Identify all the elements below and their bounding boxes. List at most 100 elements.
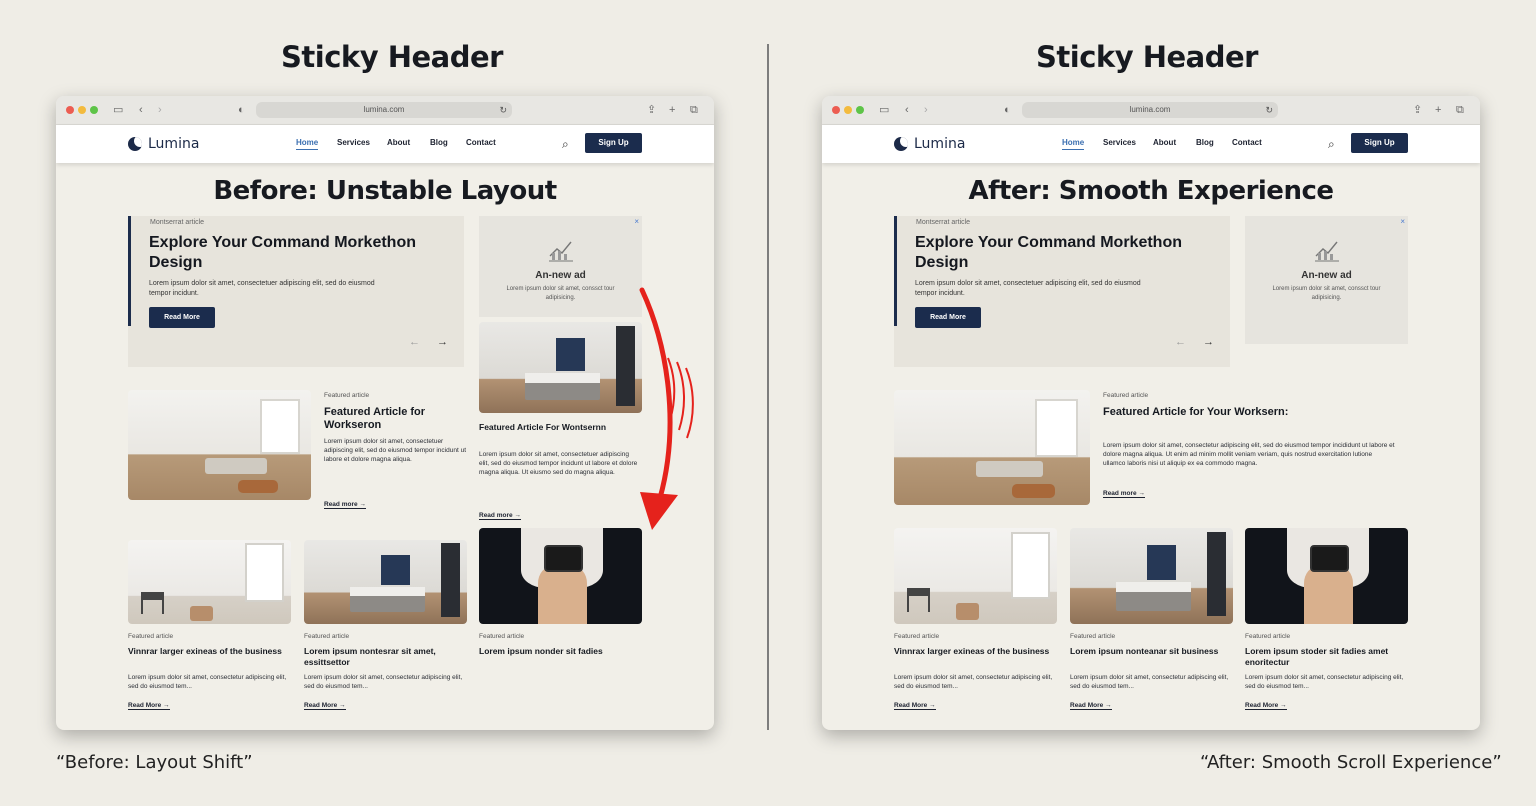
card-tag: Featured article <box>1245 633 1291 640</box>
ad-body: Lorem ipsum dolor sit amet, conssct tour… <box>506 286 615 301</box>
card-body: Lorem ipsum dolor sit amet, consectetur … <box>304 674 463 690</box>
living-room-image[interactable] <box>894 390 1090 505</box>
url-text: lumina.com <box>363 105 405 114</box>
browser-toolbar: ▭ ‹ › ◐ lumina.com ↻ ⇪ + ⧉ <box>56 96 714 125</box>
card-title[interactable]: Lorem ipsum stoder sit fadies amet enori… <box>1245 646 1405 668</box>
reload-icon[interactable]: ↻ <box>1265 102 1273 118</box>
hero-body: Lorem ipsum dolor sit amet, consectetuer… <box>915 280 1141 297</box>
hero-carousel: Montserrat article Explore Your Command … <box>894 216 1230 367</box>
camera-photo-image[interactable] <box>479 528 642 624</box>
card-read-more-link[interactable]: Read More → <box>304 702 346 710</box>
bedroom-image[interactable] <box>1070 528 1233 624</box>
living-room-image[interactable] <box>128 390 311 500</box>
close-dot-icon[interactable] <box>66 106 74 114</box>
address-bar[interactable]: lumina.com ↻ <box>256 102 512 118</box>
logo-text: Lumina <box>148 136 200 152</box>
signup-button[interactable]: Sign Up <box>585 133 642 153</box>
card-read-more-link[interactable]: Read More → <box>1070 702 1112 710</box>
featured-read-more-link[interactable]: Read more → <box>324 501 366 509</box>
studio-image[interactable] <box>894 528 1057 624</box>
card-read-more-link[interactable]: Read More → <box>128 702 170 710</box>
featured-title[interactable]: Featured Article for Workseron <box>324 406 469 432</box>
nav-services[interactable]: Services <box>337 138 370 147</box>
tabs-overview-icon[interactable]: ⧉ <box>690 103 698 117</box>
bedroom-image[interactable] <box>304 540 467 624</box>
chart-ad-icon <box>1315 241 1339 262</box>
close-dot-icon[interactable] <box>832 106 840 114</box>
nav-services[interactable]: Services <box>1103 138 1136 147</box>
nav-blog[interactable]: Blog <box>1196 138 1214 147</box>
nav-home[interactable]: Home <box>1062 138 1085 150</box>
new-tab-icon[interactable]: + <box>1435 103 1441 117</box>
ad-slot[interactable]: × An-new ad Lorem ipsum dolor sit amet, … <box>479 216 642 317</box>
nav-contact[interactable]: Contact <box>1232 138 1262 147</box>
studio-image[interactable] <box>128 540 291 624</box>
sticky-header: Lumina Home Services About Blog Contact … <box>822 125 1480 163</box>
site-logo[interactable]: Lumina <box>128 135 199 153</box>
signup-button[interactable]: Sign Up <box>1351 133 1408 153</box>
new-tab-icon[interactable]: + <box>669 103 675 117</box>
forward-icon[interactable]: › <box>924 103 928 117</box>
bedroom-image-shifted[interactable] <box>479 322 642 413</box>
shifted-read-more-link[interactable]: Read more → <box>479 512 521 520</box>
hero-read-more-button[interactable]: Read More <box>149 307 215 328</box>
card-read-more-link[interactable]: Read More → <box>894 702 936 710</box>
crescent-logo-icon <box>128 137 142 151</box>
carousel-prev-icon[interactable]: ← <box>1175 336 1186 348</box>
sidebar-icon[interactable]: ▭ <box>113 103 123 117</box>
search-icon[interactable]: ⌕ <box>1328 137 1335 152</box>
ad-close-icon[interactable]: × <box>1400 217 1405 226</box>
zoom-dot-icon[interactable] <box>856 106 864 114</box>
camera-photo-image[interactable] <box>1245 528 1408 624</box>
card-title[interactable]: Lorem ipsum nonteanar sit business <box>1070 646 1230 657</box>
nav-home[interactable]: Home <box>296 138 319 150</box>
hero-carousel: Montserrat article Explore Your Command … <box>128 216 464 367</box>
card-title[interactable]: Vinnrax larger exineas of the business <box>894 646 1052 657</box>
sidebar-icon[interactable]: ▭ <box>879 103 889 117</box>
forward-icon[interactable]: › <box>158 103 162 117</box>
site-logo[interactable]: Lumina <box>894 135 965 153</box>
minimize-dot-icon[interactable] <box>78 106 86 114</box>
card-read-more-link[interactable]: Read More → <box>1245 702 1287 710</box>
hero-eyebrow: Montserrat article <box>150 219 205 226</box>
featured-read-more-link[interactable]: Read more → <box>1103 490 1145 498</box>
url-text: lumina.com <box>1129 105 1171 114</box>
hero-read-more-button[interactable]: Read More <box>915 307 981 328</box>
ad-title: An-new ad <box>535 270 586 281</box>
browser-toolbar: ▭ ‹ › ◐ lumina.com ↻ ⇪ + ⧉ <box>822 96 1480 125</box>
chart-ad-icon <box>549 241 573 262</box>
nav-about[interactable]: About <box>387 138 410 147</box>
minimize-dot-icon[interactable] <box>844 106 852 114</box>
featured-title[interactable]: Featured Article for Your Worksern: <box>1103 406 1303 419</box>
back-icon[interactable]: ‹ <box>139 103 143 117</box>
ad-slot-reserved[interactable]: × An-new ad Lorem ipsum dolor sit amet, … <box>1245 216 1408 344</box>
shifted-article-title[interactable]: Featured Article For Wontsernn <box>479 422 639 433</box>
carousel-next-icon[interactable]: → <box>437 336 448 348</box>
share-icon[interactable]: ⇪ <box>647 103 656 117</box>
share-icon[interactable]: ⇪ <box>1413 103 1422 117</box>
address-bar[interactable]: lumina.com ↻ <box>1022 102 1278 118</box>
logo-text: Lumina <box>914 136 966 152</box>
search-icon[interactable]: ⌕ <box>562 137 569 152</box>
hero-accent-bar <box>128 216 131 326</box>
zoom-dot-icon[interactable] <box>90 106 98 114</box>
ad-body: Lorem ipsum dolor sit amet, conssct tour… <box>1272 286 1381 301</box>
card-title[interactable]: Lorem ipsum nonder sit fadies <box>479 646 639 657</box>
nav-contact[interactable]: Contact <box>466 138 496 147</box>
hero-title: Explore Your Command Morkethon Design <box>915 234 1182 271</box>
back-icon[interactable]: ‹ <box>905 103 909 117</box>
nav-blog[interactable]: Blog <box>430 138 448 147</box>
nav-about[interactable]: About <box>1153 138 1176 147</box>
card-title[interactable]: Lorem ipsum nontesrar sit amet, essittse… <box>304 646 464 668</box>
reload-icon[interactable]: ↻ <box>499 102 507 118</box>
featured-body: Lorem ipsum dolor sit amet, consectetuer… <box>324 438 466 463</box>
tabs-overview-icon[interactable]: ⧉ <box>1456 103 1464 117</box>
carousel-next-icon[interactable]: → <box>1203 336 1214 348</box>
card-title[interactable]: Vinnrar larger exineas of the business <box>128 646 286 657</box>
ad-close-icon[interactable]: × <box>634 217 639 226</box>
card-tag: Featured article <box>479 633 525 640</box>
carousel-prev-icon[interactable]: ← <box>409 336 420 348</box>
before-overlay-title: Before: Unstable Layout <box>213 176 557 206</box>
card-tag: Featured article <box>1070 633 1116 640</box>
left-panel-title: Sticky Header <box>281 40 503 74</box>
